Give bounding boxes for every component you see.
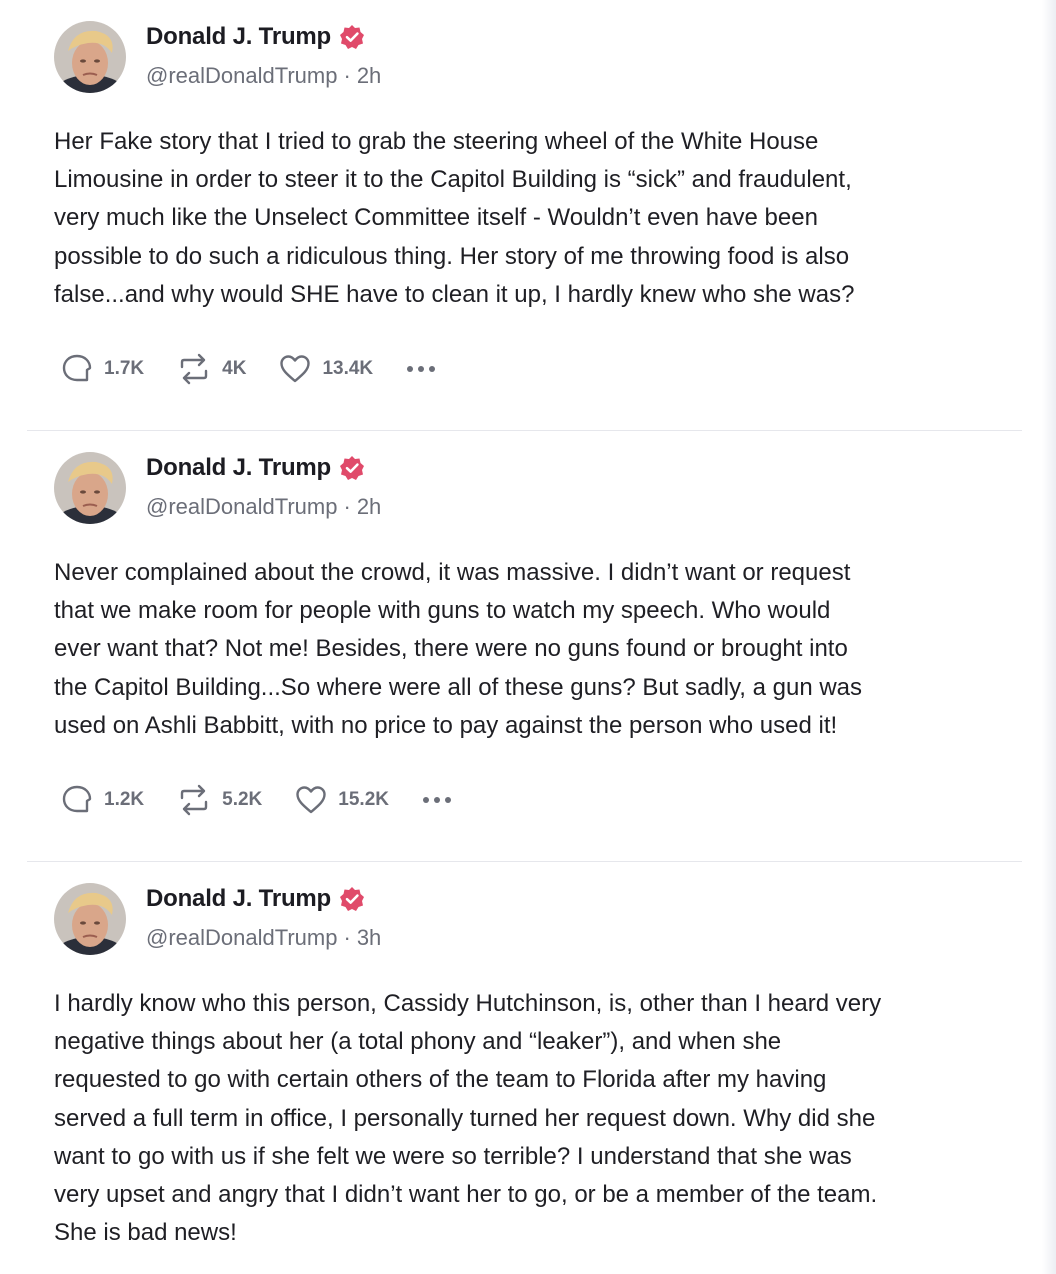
author-row: Donald J. Trump — [146, 22, 365, 52]
reply-count: 1.7K — [104, 358, 145, 379]
avatar[interactable] — [54, 452, 126, 524]
author-handle[interactable]: @realDonaldTrump — [146, 494, 337, 519]
avatar[interactable] — [54, 21, 126, 93]
like-count: 15.2K — [338, 789, 389, 810]
separator-dot: · — [343, 494, 351, 519]
post-time[interactable]: 3h — [357, 925, 381, 950]
post-actions: 1.2K 5.2K 15.2K — [60, 783, 456, 817]
post: Donald J. Trump @realDonaldTrump · 3h I ha… — [0, 862, 1040, 1274]
reply-button[interactable]: 1.7K — [60, 352, 144, 386]
separator-dot: · — [343, 925, 351, 950]
author-row: Donald J. Trump — [146, 453, 365, 483]
handle-row: @realDonaldTrump · 3h — [146, 925, 381, 951]
separator-dot: · — [343, 63, 351, 88]
repost-count: 4K — [222, 358, 247, 379]
speech-bubble-icon — [60, 783, 94, 817]
like-button[interactable]: 15.2K — [294, 783, 389, 817]
verified-badge-icon — [339, 886, 365, 912]
author-handle[interactable]: @realDonaldTrump — [146, 63, 337, 88]
reply-button[interactable]: 1.2K — [60, 783, 144, 817]
repost-arrows-icon — [176, 352, 212, 386]
repost-arrows-icon — [176, 783, 212, 817]
feed: Donald J. Trump @realDonaldTrump · 2h Her … — [0, 0, 1040, 1274]
handle-row: @realDonaldTrump · 2h — [146, 63, 381, 89]
post: Donald J. Trump @realDonaldTrump · 2h Neve… — [0, 431, 1040, 862]
post: Donald J. Trump @realDonaldTrump · 2h Her … — [0, 0, 1040, 431]
heart-icon — [294, 783, 328, 817]
verified-badge-icon — [339, 455, 365, 481]
author-row: Donald J. Trump — [146, 884, 365, 914]
post-time[interactable]: 2h — [357, 63, 381, 88]
heart-icon — [278, 352, 312, 386]
post-text: Never complained about the crowd, it was… — [54, 559, 863, 739]
verified-badge-icon — [339, 24, 365, 50]
author-name[interactable]: Donald J. Trump — [146, 885, 331, 913]
handle-row: @realDonaldTrump · 2h — [146, 494, 381, 520]
post-actions: 1.7K 4K 13.4K — [60, 352, 440, 386]
reply-count: 1.2K — [104, 789, 145, 810]
page-edge-shadow — [1042, 0, 1056, 1274]
post-text: I hardly know who this person, Cassidy H… — [54, 990, 882, 1247]
post-text: Her Fake story that I tried to grab the … — [54, 128, 855, 308]
repost-button[interactable]: 5.2K — [176, 783, 262, 817]
repost-button[interactable]: 4K — [176, 352, 246, 386]
ellipsis-icon[interactable] — [407, 366, 440, 372]
like-button[interactable]: 13.4K — [278, 352, 373, 386]
author-name[interactable]: Donald J. Trump — [146, 454, 331, 482]
repost-count: 5.2K — [222, 789, 263, 810]
author-handle[interactable]: @realDonaldTrump — [146, 925, 337, 950]
avatar[interactable] — [54, 883, 126, 955]
ellipsis-icon[interactable] — [422, 797, 456, 803]
like-count: 13.4K — [322, 358, 374, 379]
speech-bubble-icon — [60, 352, 94, 386]
author-name[interactable]: Donald J. Trump — [146, 23, 331, 51]
post-time[interactable]: 2h — [357, 494, 381, 519]
